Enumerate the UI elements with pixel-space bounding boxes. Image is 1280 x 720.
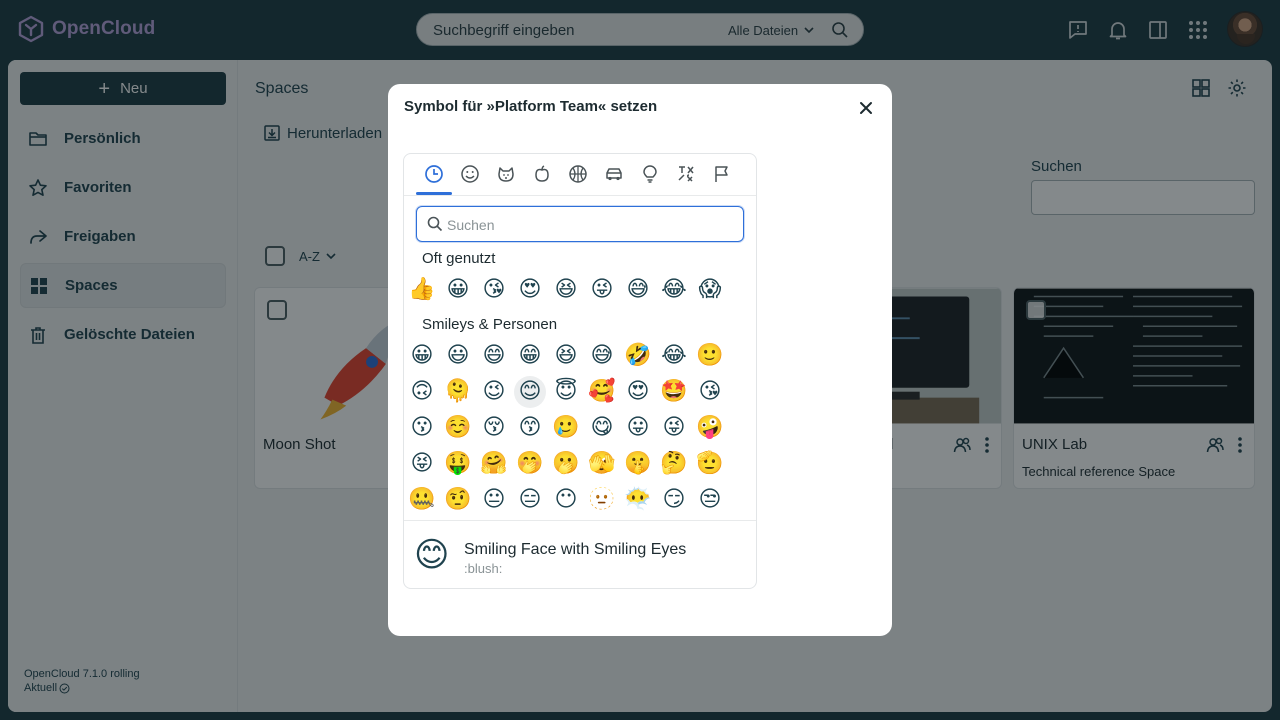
tab-smileys[interactable]: [458, 162, 482, 186]
emoji-button[interactable]: ☺️: [442, 412, 474, 444]
emoji-button[interactable]: 🤨: [442, 484, 474, 516]
emoji-button[interactable]: 😊: [514, 376, 546, 408]
emoji-button[interactable]: 🫠: [442, 376, 474, 408]
emoji-button[interactable]: 😉: [478, 376, 510, 408]
emoji-button[interactable]: 😅: [622, 274, 654, 306]
emoji-button[interactable]: 😚: [478, 412, 510, 444]
emoji-button[interactable]: 😍: [622, 376, 654, 408]
emoji-button[interactable]: 😒: [694, 484, 726, 516]
tab-symbols[interactable]: [674, 162, 698, 186]
emoji-button[interactable]: 😗: [406, 412, 438, 444]
emoji-button[interactable]: 🤐: [406, 484, 438, 516]
emoji-button[interactable]: 😑: [514, 484, 546, 516]
emoji-button[interactable]: 🙂: [694, 340, 726, 372]
tab-food[interactable]: [530, 162, 554, 186]
objects-icon: [643, 165, 657, 183]
set-icon-dialog: Symbol für »Platform Team« setzen Suchen…: [388, 84, 892, 636]
animal-icon: [498, 167, 514, 182]
emoji-button[interactable]: 🙃: [406, 376, 438, 408]
emoji-button[interactable]: 🥲: [550, 412, 582, 444]
emoji-button[interactable]: 😀: [406, 340, 438, 372]
emoji-button[interactable]: 😆: [550, 340, 582, 372]
search-icon: [427, 216, 443, 232]
emoji-button[interactable]: 😆: [550, 274, 582, 306]
flags-icon: [715, 166, 728, 182]
emoji-button[interactable]: 😄: [478, 340, 510, 372]
emoji-button[interactable]: 😱: [694, 274, 726, 306]
emoji-button[interactable]: 🤩: [658, 376, 690, 408]
emoji-button[interactable]: 🤪: [694, 412, 726, 444]
emoji-button[interactable]: 😶: [550, 484, 582, 516]
symbols-icon: [678, 166, 694, 182]
emoji-button[interactable]: 😋: [586, 412, 618, 444]
activity-icon: [569, 165, 587, 183]
emoji-button[interactable]: 😘: [478, 274, 510, 306]
emoji-search-input[interactable]: Suchen: [416, 206, 744, 242]
tab-animals[interactable]: [494, 162, 518, 186]
emoji-button[interactable]: 😁: [514, 340, 546, 372]
emoji-button[interactable]: 😃: [442, 340, 474, 372]
preview-emoji-shortcode: :blush:: [464, 561, 503, 576]
emoji-button[interactable]: 😍: [514, 274, 546, 306]
emoji-button[interactable]: 😇: [550, 376, 582, 408]
close-icon[interactable]: [856, 98, 876, 118]
emoji-button[interactable]: 😂: [658, 274, 690, 306]
emoji-button[interactable]: 🫡: [694, 448, 726, 480]
emoji-button[interactable]: 😐: [478, 484, 510, 516]
emoji-category-tabs: [404, 154, 756, 196]
emoji-button[interactable]: 🫢: [550, 448, 582, 480]
emoji-button[interactable]: 🤭: [514, 448, 546, 480]
emoji-picker: Suchen Oft genutzt Smileys & Personen 😊 …: [403, 153, 757, 589]
emoji-search-placeholder: Suchen: [447, 217, 495, 233]
tab-activity[interactable]: [566, 162, 590, 186]
emoji-button[interactable]: 😙: [514, 412, 546, 444]
tab-flags[interactable]: [710, 162, 734, 186]
emoji-button[interactable]: 🤫: [622, 448, 654, 480]
active-tab-indicator: [416, 192, 452, 195]
emoji-button[interactable]: 🫣: [586, 448, 618, 480]
emoji-button[interactable]: 😶‍🌫️: [622, 484, 654, 516]
food-icon: [535, 165, 549, 182]
tab-objects[interactable]: [638, 162, 662, 186]
emoji-button[interactable]: 😅: [586, 340, 618, 372]
emoji-button[interactable]: 🥰: [586, 376, 618, 408]
emoji-button[interactable]: 😏: [658, 484, 690, 516]
emoji-button[interactable]: 😘: [694, 376, 726, 408]
emoji-button[interactable]: 😜: [658, 412, 690, 444]
smiley-icon: [461, 165, 479, 183]
tab-travel[interactable]: [602, 162, 626, 186]
preview-emoji-name: Smiling Face with Smiling Eyes: [464, 541, 687, 558]
emoji-button[interactable]: 🤗: [478, 448, 510, 480]
emoji-button[interactable]: 😝: [406, 448, 438, 480]
tab-recent[interactable]: [422, 162, 446, 186]
emoji-button[interactable]: 😂: [658, 340, 690, 372]
emoji-preview: 😊 Smiling Face with Smiling Eyes :blush:: [404, 520, 756, 588]
emoji-button[interactable]: 😀: [442, 274, 474, 306]
emoji-button[interactable]: 🤑: [442, 448, 474, 480]
emoji-button[interactable]: 👍: [406, 274, 438, 306]
emoji-button[interactable]: 🫥: [586, 484, 618, 516]
emoji-button[interactable]: 😜: [586, 274, 618, 306]
preview-emoji: 😊: [414, 535, 450, 575]
recent-icon: [425, 165, 443, 183]
section-label-smileys: Smileys & Personen: [422, 316, 558, 333]
section-label-frequent: Oft genutzt: [422, 250, 496, 267]
emoji-button[interactable]: 🤣: [622, 340, 654, 372]
travel-icon: [606, 168, 622, 181]
emoji-button[interactable]: 🤔: [658, 448, 690, 480]
emoji-button[interactable]: 😛: [622, 412, 654, 444]
dialog-title: Symbol für »Platform Team« setzen: [404, 98, 658, 115]
